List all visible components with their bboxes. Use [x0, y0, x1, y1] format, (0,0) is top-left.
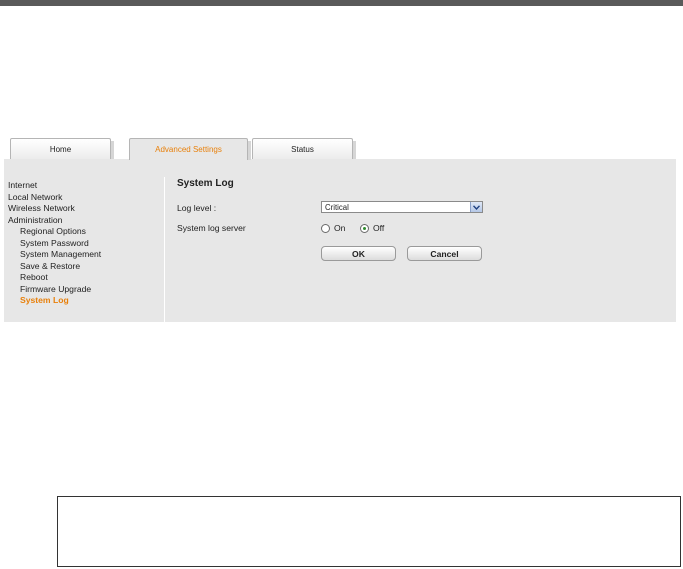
sidebar-item-administration[interactable]: Administration	[8, 215, 168, 227]
tab-home-shadow	[111, 141, 114, 160]
sidebar-item-wireless-network[interactable]: Wireless Network	[8, 203, 168, 215]
chevron-down-icon[interactable]	[470, 202, 482, 212]
radio-on-circle-icon[interactable]	[321, 223, 330, 233]
sidebar-item-internet[interactable]: Internet	[8, 180, 168, 192]
sidebar-item-system-log[interactable]: System Log	[8, 295, 168, 307]
sidebar-item-regional-options[interactable]: Regional Options	[8, 226, 168, 238]
sidebar-item-reboot[interactable]: Reboot	[8, 272, 168, 284]
radio-off-circle-icon[interactable]	[360, 223, 369, 233]
sidebar-item-system-management[interactable]: System Management	[8, 249, 168, 261]
sidebar-item-save-restore[interactable]: Save & Restore	[8, 261, 168, 273]
log-level-label: Log level :	[177, 203, 217, 213]
empty-note-box	[57, 496, 681, 567]
tab-status[interactable]: Status	[252, 138, 356, 160]
tab-advanced-settings-shadow	[248, 141, 251, 160]
sidebar-item-system-password[interactable]: System Password	[8, 238, 168, 250]
settings-panel: Internet Local Network Wireless Network …	[4, 159, 676, 322]
page-title: System Log	[177, 178, 234, 189]
radio-on-label: On	[334, 223, 346, 233]
cancel-button[interactable]: Cancel	[407, 246, 482, 261]
sidebar-item-firmware-upgrade[interactable]: Firmware Upgrade	[8, 284, 168, 296]
radio-off-label: Off	[373, 223, 385, 233]
tab-status-label: Status	[291, 145, 314, 154]
system-log-server-label: System log server	[177, 223, 246, 233]
log-level-select[interactable]: Critical	[321, 201, 483, 213]
tab-advanced-settings[interactable]: Advanced Settings	[129, 138, 251, 160]
system-log-form: System Log Log level : Critical System l…	[177, 178, 667, 261]
sidebar-item-local-network[interactable]: Local Network	[8, 192, 168, 204]
radio-on[interactable]: On	[321, 223, 345, 233]
tab-home[interactable]: Home	[10, 138, 114, 160]
tab-advanced-settings-label: Advanced Settings	[155, 145, 222, 154]
top-header-bar	[0, 0, 683, 6]
radio-off[interactable]: Off	[360, 223, 384, 233]
tab-status-shadow	[353, 141, 356, 160]
tab-home-label: Home	[49, 145, 72, 154]
log-level-value: Critical	[325, 203, 349, 212]
ok-button[interactable]: OK	[321, 246, 396, 261]
sidebar-nav: Internet Local Network Wireless Network …	[8, 180, 168, 307]
